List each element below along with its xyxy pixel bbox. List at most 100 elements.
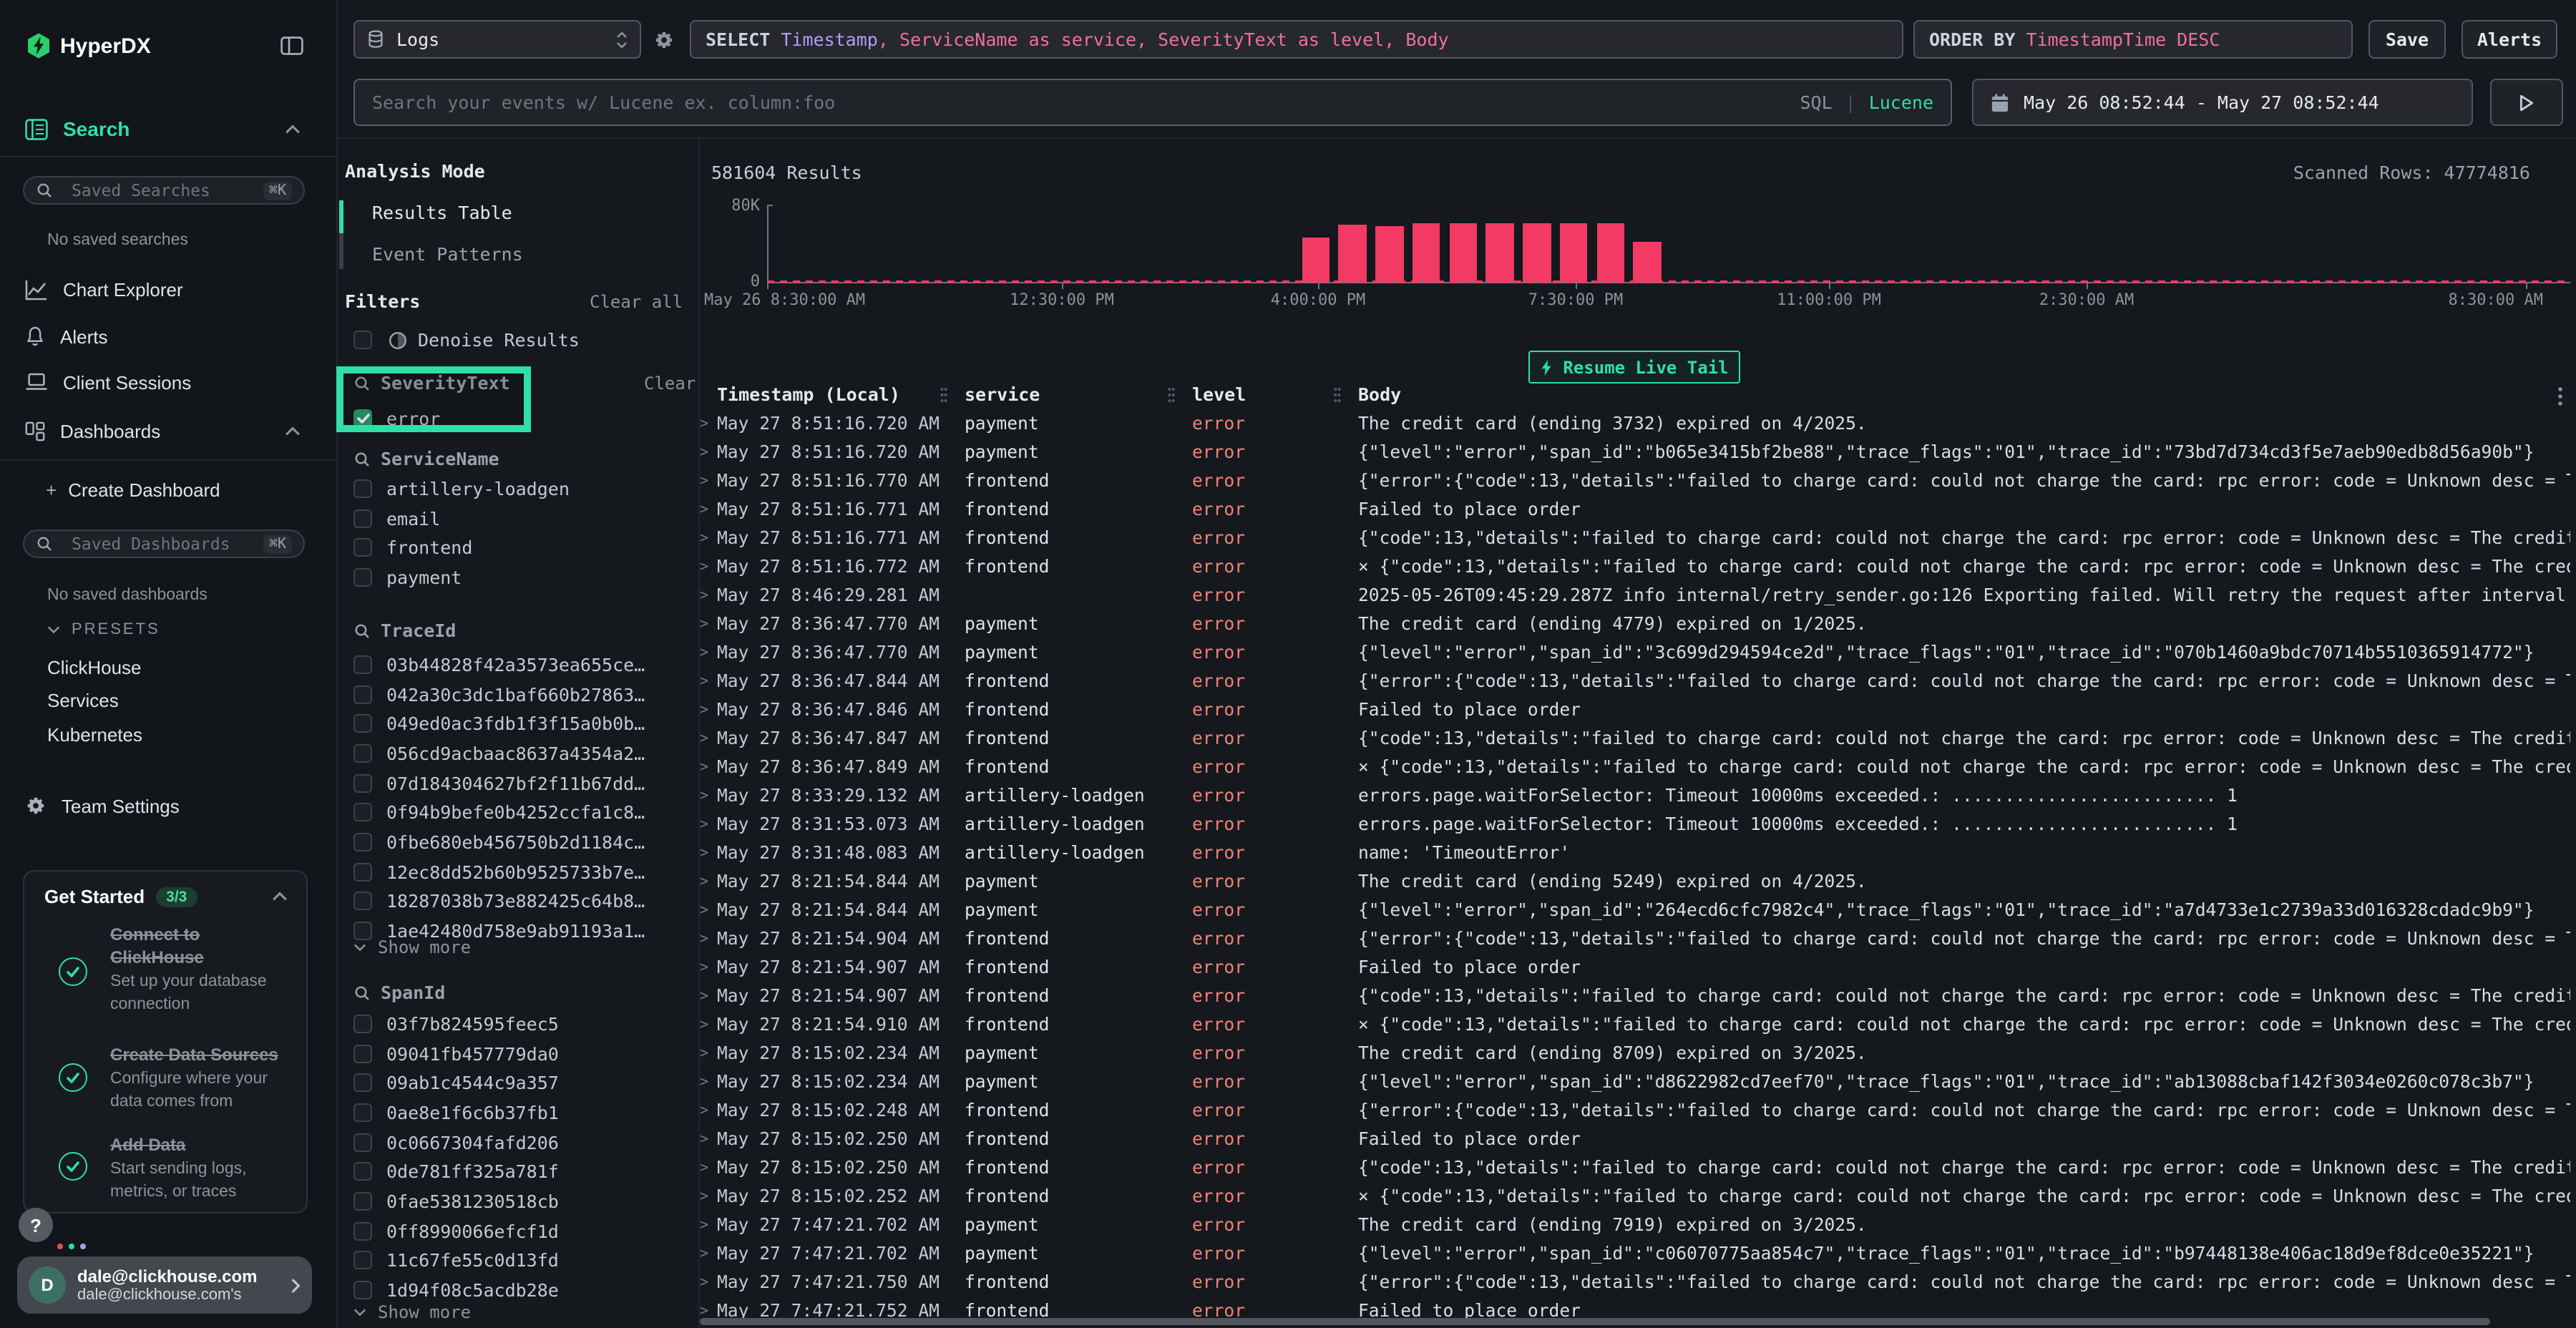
filter-option[interactable]: frontend — [353, 533, 683, 562]
filter-option[interactable]: artillery-loadgen — [353, 474, 683, 503]
filter-option[interactable]: 1d94f08c5acdb28e — [353, 1275, 683, 1304]
filter-checkbox[interactable] — [353, 773, 372, 792]
filter-checkbox[interactable] — [353, 1221, 372, 1240]
table-row[interactable]: > May 27 8:46:29.281 AM error 2025-05-26… — [700, 581, 2570, 610]
table-row[interactable]: > May 27 7:47:21.750 AM frontend error {… — [700, 1268, 2570, 1297]
filter-option[interactable]: 0ae8e1f6c6b37fb1 — [353, 1098, 683, 1127]
expand-row-chevron-icon[interactable]: > — [700, 1217, 717, 1233]
filter-option[interactable]: 042a30c3dc1baf660b27863… — [353, 679, 683, 708]
filter-checkbox[interactable] — [353, 409, 372, 428]
sql-mode-toggle[interactable]: SQL — [1800, 92, 1832, 113]
column-resize-handle[interactable] — [1168, 386, 1175, 404]
search-icon[interactable] — [353, 374, 371, 391]
filter-checkbox[interactable] — [353, 1044, 372, 1063]
filter-checkbox[interactable] — [353, 479, 372, 498]
filter-checkbox[interactable] — [353, 833, 372, 851]
search-icon[interactable] — [353, 984, 371, 1001]
traceid-show-more[interactable]: Show more — [353, 937, 471, 957]
table-row[interactable]: > May 27 8:51:16.771 AM frontend error F… — [700, 495, 2570, 524]
alerts-button[interactable]: Alerts — [2462, 20, 2557, 59]
expand-row-chevron-icon[interactable]: > — [700, 530, 717, 546]
table-row[interactable]: > May 27 8:15:02.248 AM frontend error {… — [700, 1096, 2570, 1125]
filter-checkbox[interactable] — [353, 655, 372, 674]
filter-option[interactable]: 0c0667304fafd206 — [353, 1128, 683, 1157]
filter-checkbox[interactable] — [353, 538, 372, 557]
filter-checkbox[interactable] — [353, 568, 372, 587]
table-options-kebab-icon[interactable] — [2557, 386, 2563, 406]
mode-results-table[interactable]: Results Table — [372, 202, 512, 223]
expand-row-chevron-icon[interactable]: > — [700, 587, 717, 603]
filter-checkbox[interactable] — [353, 862, 372, 881]
filter-option[interactable]: 11c67fe55c0d13fd — [353, 1246, 683, 1275]
table-row[interactable]: > May 27 8:21:54.844 AM payment error {"… — [700, 896, 2570, 924]
clear-severity-link[interactable]: Clear — [644, 374, 696, 394]
filter-option[interactable]: 0de781ff325a781f — [353, 1157, 683, 1186]
get-started-step[interactable]: Create Data Sources Configure where your… — [110, 1043, 299, 1113]
filter-checkbox[interactable] — [353, 1133, 372, 1151]
presets-toggle[interactable]: PRESETS — [47, 621, 160, 638]
table-row[interactable]: > May 27 8:36:47.847 AM frontend error {… — [700, 724, 2570, 753]
spanid-show-more[interactable]: Show more — [353, 1302, 471, 1322]
table-row[interactable]: > May 27 8:36:47.846 AM frontend error F… — [700, 695, 2570, 724]
sidebar-item-client-sessions[interactable]: Client Sessions — [0, 366, 336, 398]
collapse-sidebar-icon[interactable] — [280, 36, 303, 56]
expand-row-chevron-icon[interactable]: > — [700, 702, 717, 718]
table-row[interactable]: > May 27 8:36:47.770 AM payment error Th… — [700, 610, 2570, 638]
filter-option[interactable]: 049ed0ac3fdb1f3f15a0b0b… — [353, 709, 683, 738]
filter-option[interactable]: 03b44828f42a3573ea655ce… — [353, 650, 683, 679]
clear-all-filters-link[interactable]: Clear all — [590, 292, 683, 312]
sidebar-item-alerts[interactable]: Alerts — [0, 321, 336, 352]
preset-services[interactable]: Services — [47, 690, 119, 711]
expand-row-chevron-icon[interactable]: > — [700, 1131, 717, 1147]
table-row[interactable]: > May 27 8:51:16.770 AM frontend error {… — [700, 467, 2570, 495]
order-by-input[interactable]: ORDER BY TimestampTime DESC — [1913, 20, 2353, 59]
table-row[interactable]: > May 27 8:21:54.910 AM frontend error ×… — [700, 1010, 2570, 1039]
expand-row-chevron-icon[interactable]: > — [700, 960, 717, 975]
filter-checkbox[interactable] — [353, 1281, 372, 1299]
expand-row-chevron-icon[interactable]: > — [700, 416, 717, 431]
filter-option[interactable]: 07d184304627bf2f11b67dd… — [353, 768, 683, 798]
filter-checkbox[interactable] — [353, 685, 372, 703]
mode-event-patterns[interactable]: Event Patterns — [372, 243, 523, 265]
expand-row-chevron-icon[interactable]: > — [700, 502, 717, 517]
sidebar-item-team-settings[interactable]: Team Settings — [0, 790, 336, 821]
preset-clickhouse[interactable]: ClickHouse — [47, 657, 142, 678]
table-row[interactable]: > May 27 8:15:02.234 AM payment error {"… — [700, 1068, 2570, 1096]
expand-row-chevron-icon[interactable]: > — [700, 1103, 717, 1118]
filter-option[interactable]: 09041fb457779da0 — [353, 1038, 683, 1068]
expand-row-chevron-icon[interactable]: > — [700, 759, 717, 775]
sql-select-input[interactable]: SELECT Timestamp, ServiceName as service… — [690, 20, 1903, 59]
saved-dashboards-input[interactable]: Saved Dashboards ⌘K — [23, 529, 305, 558]
expand-row-chevron-icon[interactable]: > — [700, 1246, 717, 1261]
table-row[interactable]: > May 27 8:15:02.234 AM payment error Th… — [700, 1039, 2570, 1068]
expand-row-chevron-icon[interactable]: > — [700, 931, 717, 947]
table-row[interactable]: > May 27 8:51:16.771 AM frontend error {… — [700, 524, 2570, 552]
search-icon[interactable] — [353, 622, 371, 639]
filter-option[interactable]: 12ec8dd52b60b9525733b7e… — [353, 857, 683, 887]
table-row[interactable]: > May 27 8:36:47.849 AM frontend error ×… — [700, 753, 2570, 781]
expand-row-chevron-icon[interactable]: > — [700, 845, 717, 861]
table-row[interactable]: > May 27 8:21:54.904 AM frontend error {… — [700, 924, 2570, 953]
table-row[interactable]: > May 27 8:15:02.250 AM frontend error {… — [700, 1153, 2570, 1182]
filter-option[interactable]: 0f94b9befe0b4252ccfa1c8… — [353, 798, 683, 827]
sidebar-item-search[interactable]: Search — [0, 113, 336, 145]
table-row[interactable]: > May 27 7:47:21.702 AM payment error Th… — [700, 1211, 2570, 1239]
search-icon[interactable] — [353, 450, 371, 467]
table-row[interactable]: > May 27 8:31:48.083 AM artillery-loadge… — [700, 839, 2570, 867]
expand-row-chevron-icon[interactable]: > — [700, 731, 717, 746]
table-row[interactable]: > May 27 8:51:16.772 AM frontend error ×… — [700, 552, 2570, 581]
filter-option[interactable]: 18287038b73e882425c64b8… — [353, 887, 683, 916]
get-started-step[interactable]: Add Data Start sending logs, metrics, or… — [110, 1133, 299, 1204]
filter-checkbox[interactable] — [353, 1251, 372, 1270]
expand-row-chevron-icon[interactable]: > — [700, 1017, 717, 1032]
expand-row-chevron-icon[interactable]: > — [700, 788, 717, 804]
expand-row-chevron-icon[interactable]: > — [700, 874, 717, 889]
filter-checkbox[interactable] — [353, 1103, 372, 1122]
expand-row-chevron-icon[interactable]: > — [700, 1274, 717, 1290]
expand-row-chevron-icon[interactable]: > — [700, 816, 717, 832]
resume-live-tail-button[interactable]: Resume Live Tail — [1528, 351, 1740, 384]
saved-searches-input[interactable]: Saved Searches ⌘K — [23, 176, 305, 205]
filter-option[interactable]: 0fbe680eb456750b2d1184c… — [353, 827, 683, 856]
chevron-up-icon[interactable] — [272, 892, 288, 902]
sidebar-item-dashboards[interactable]: Dashboards — [0, 415, 336, 446]
